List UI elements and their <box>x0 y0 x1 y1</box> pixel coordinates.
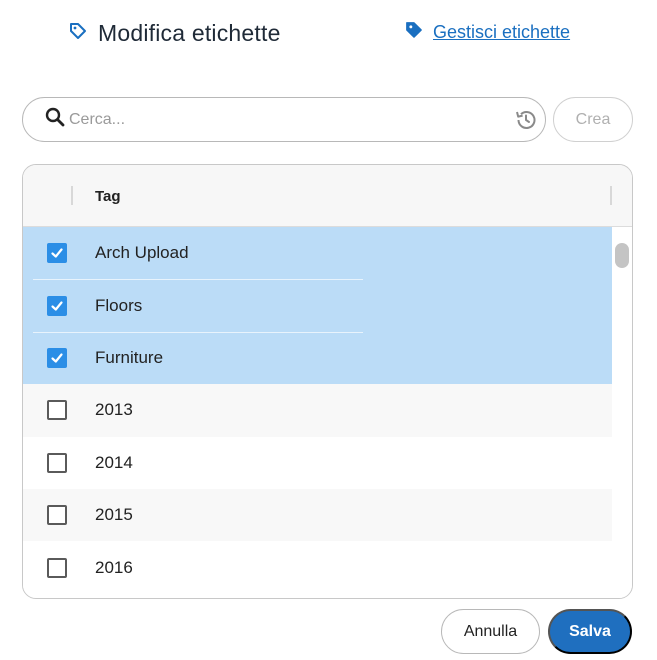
checkbox-unchecked[interactable] <box>47 452 67 473</box>
checkbox-unchecked[interactable] <box>47 400 67 421</box>
tag-label: 2016 <box>95 557 133 577</box>
scrollbar-thumb[interactable] <box>615 243 629 268</box>
tag-label: 2015 <box>95 505 133 525</box>
table-row[interactable]: Furniture <box>23 331 612 385</box>
table-header: Tag <box>23 165 632 227</box>
table-row[interactable]: 2013 <box>23 384 612 437</box>
row-divider <box>33 279 363 281</box>
tags-table: Tag Arch Upload Floors Furniture 2013 2014 20… <box>22 164 633 599</box>
checkbox-unchecked[interactable] <box>47 557 67 578</box>
table-row[interactable]: Floors <box>23 279 612 332</box>
column-separator[interactable] <box>610 186 612 205</box>
search-icon <box>45 107 65 132</box>
create-button[interactable]: Crea <box>553 97 633 142</box>
table-body: Arch Upload Floors Furniture 2013 2014 2015 20… <box>23 227 612 594</box>
manage-tags-link[interactable]: Gestisci etichette <box>405 21 570 44</box>
cancel-button[interactable]: Annulla <box>441 609 540 654</box>
tag-filled-icon <box>405 21 423 44</box>
page-title: Modifica etichette <box>98 20 281 46</box>
checkbox-checked[interactable] <box>47 347 67 368</box>
tag-label: Floors <box>95 295 143 315</box>
dialog-title: Modifica etichette <box>68 20 281 47</box>
manage-tags-link-label[interactable]: Gestisci etichette <box>433 22 570 43</box>
table-row[interactable]: 2015 <box>23 488 612 542</box>
history-icon[interactable] <box>513 107 539 133</box>
checkbox-checked[interactable] <box>47 295 67 316</box>
checkbox-unchecked[interactable] <box>47 505 67 526</box>
tag-outline-icon <box>68 21 88 46</box>
tag-label: 2014 <box>95 452 133 472</box>
table-row[interactable]: 2014 <box>23 436 612 489</box>
scrollbar[interactable] <box>612 227 632 598</box>
column-header-tag[interactable]: Tag <box>95 188 121 205</box>
table-row[interactable]: 2016 <box>23 541 612 594</box>
save-button[interactable]: Salva <box>548 609 632 654</box>
table-row[interactable]: Arch Upload <box>23 227 612 280</box>
checkbox-checked[interactable] <box>47 243 67 264</box>
column-separator[interactable] <box>71 186 73 205</box>
search-field[interactable] <box>22 97 546 142</box>
row-divider <box>33 331 363 333</box>
tag-label: Arch Upload <box>95 243 189 263</box>
tag-label: Furniture <box>95 347 164 367</box>
search-input[interactable] <box>69 110 513 129</box>
tag-label: 2013 <box>95 400 133 420</box>
